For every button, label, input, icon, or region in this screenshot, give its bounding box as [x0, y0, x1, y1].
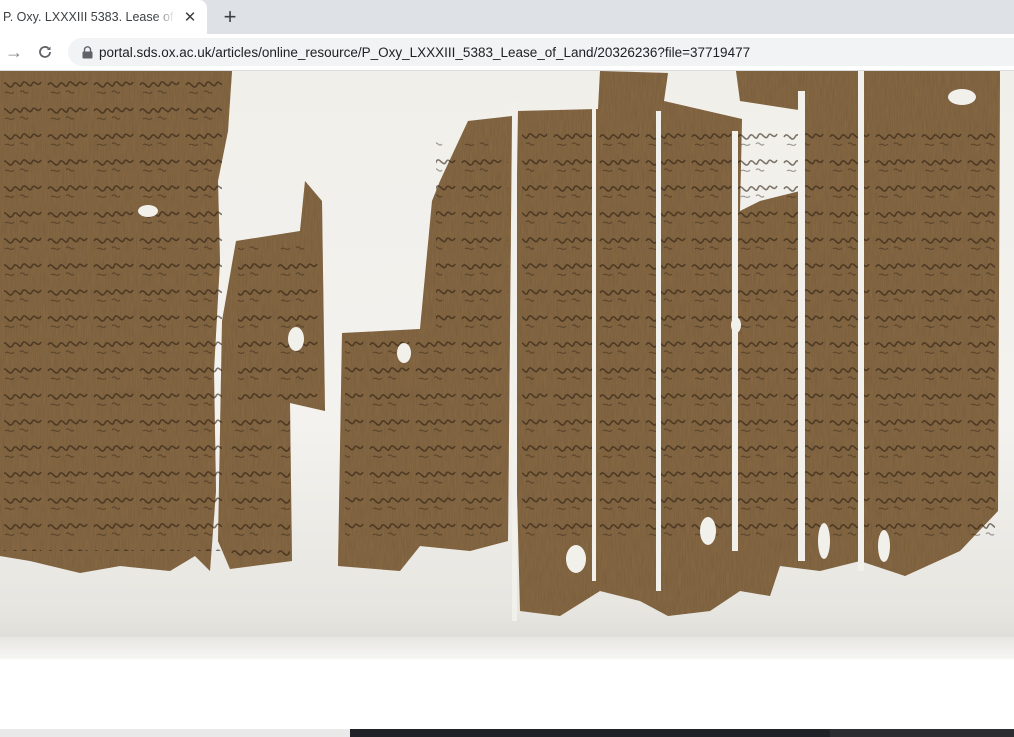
- url-text: portal.sds.ox.ac.uk/articles/online_reso…: [99, 44, 751, 60]
- address-bar[interactable]: portal.sds.ox.ac.uk/articles/online_reso…: [68, 38, 1014, 66]
- close-icon[interactable]: ✕: [179, 6, 201, 28]
- plus-icon[interactable]: +: [218, 5, 242, 29]
- lock-icon[interactable]: [72, 45, 102, 59]
- taskbar-search-area[interactable]: [0, 729, 350, 737]
- browser-tab[interactable]: P. Oxy. LXXXIII 5383. Lease of Land ✕: [0, 0, 207, 34]
- tab-title: P. Oxy. LXXXIII 5383. Lease of Land: [3, 10, 175, 24]
- tab-strip: P. Oxy. LXXXIII 5383. Lease of Land ✕ +: [0, 0, 1014, 34]
- taskbar: [0, 729, 1014, 737]
- taskbar-apps[interactable]: [350, 729, 830, 737]
- papyrus-image: [0, 71, 1000, 621]
- arrow-right-icon[interactable]: →: [2, 40, 26, 64]
- browser-toolbar: → portal.sds.ox.ac.uk/articles/online_re…: [0, 34, 1014, 71]
- reload-icon[interactable]: [33, 40, 57, 64]
- image-viewer: [0, 71, 1014, 729]
